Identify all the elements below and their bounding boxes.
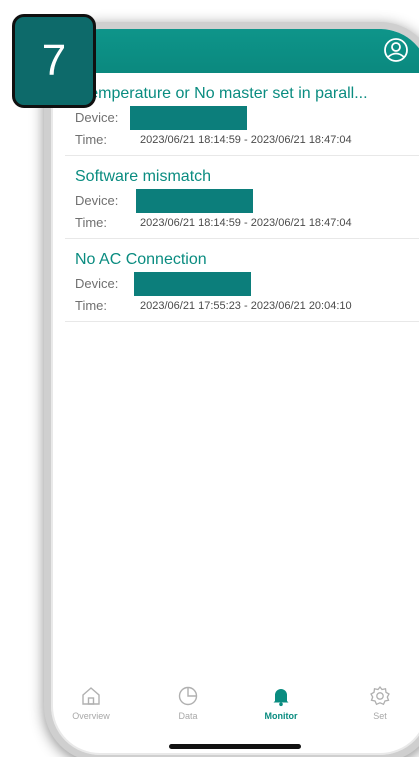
device-value-redacted <box>136 189 253 213</box>
time-range: 2023/06/21 17:55:23 - 2023/06/21 20:04:1… <box>140 300 352 312</box>
tab-label: Monitor <box>264 711 298 721</box>
device-label: Device: <box>75 276 119 291</box>
alarm-title: No AC Connection <box>75 251 207 268</box>
user-icon[interactable] <box>383 37 409 63</box>
alarm-title: Software mismatch <box>75 168 212 185</box>
alarm-item[interactable]: Software mismatch Device: Time: 2023/06/… <box>65 156 419 239</box>
tab-overview[interactable]: Overview <box>56 685 126 721</box>
home-icon <box>82 687 100 705</box>
alarm-item[interactable]: No AC Connection Device: Time: 2023/06/2… <box>65 239 419 322</box>
alarm-title: r temperature or No master set in parall… <box>75 85 368 102</box>
home-indicator[interactable] <box>169 744 301 749</box>
bottom-tab-bar: Overview Data Monitor Set <box>51 685 419 735</box>
time-label: Time: <box>75 298 108 313</box>
pie-chart-icon <box>178 686 198 706</box>
step-number-badge: 7 <box>12 14 96 108</box>
time-label: Time: <box>75 132 108 147</box>
device-value-redacted <box>134 272 251 296</box>
phone-frame: r temperature or No master set in parall… <box>44 22 419 757</box>
app-header <box>51 29 419 79</box>
alarm-item[interactable]: r temperature or No master set in parall… <box>65 73 419 156</box>
tab-data[interactable]: Data <box>153 685 223 721</box>
time-range: 2023/06/21 18:14:59 - 2023/06/21 18:47:0… <box>140 134 352 146</box>
device-label: Device: <box>75 110 119 125</box>
tab-label: Set <box>373 711 387 721</box>
bell-icon <box>273 689 289 707</box>
device-label: Device: <box>75 193 119 208</box>
time-range: 2023/06/21 18:14:59 - 2023/06/21 18:47:0… <box>140 217 352 229</box>
tab-label: Data <box>178 711 198 721</box>
device-value-redacted <box>130 106 247 130</box>
alarm-list: r temperature or No master set in parall… <box>65 73 419 322</box>
gear-icon <box>370 685 390 706</box>
tab-label: Overview <box>72 711 110 721</box>
time-label: Time: <box>75 215 108 230</box>
tab-monitor[interactable]: Monitor <box>246 685 316 721</box>
tab-set[interactable]: Set <box>345 685 415 721</box>
